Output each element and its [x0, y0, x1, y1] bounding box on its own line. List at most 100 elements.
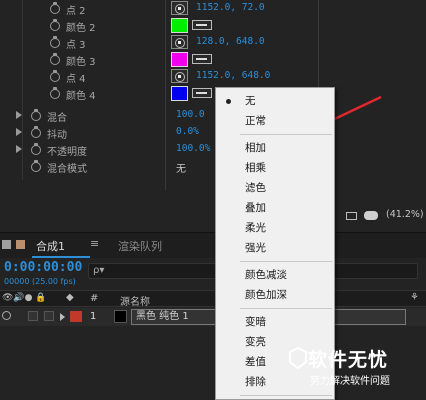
- stopwatch-ring: [31, 162, 41, 172]
- color-swatch[interactable]: [171, 52, 188, 67]
- menu-item-label: 相加: [245, 142, 266, 154]
- property-row: 点 2 1152.0, 72.0: [0, 0, 426, 17]
- stopwatch-ring: [50, 55, 60, 65]
- eyedropper-icon[interactable]: [192, 88, 212, 98]
- menu-item-label: 正常: [245, 115, 266, 127]
- property-value[interactable]: 128.0, 648.0: [196, 36, 265, 47]
- expand-twirl-icon[interactable]: [16, 111, 22, 119]
- property-row: 混合模式 无: [0, 158, 426, 175]
- color-swatch[interactable]: [171, 86, 188, 101]
- menu-item-label: 叠加: [245, 202, 266, 214]
- stopwatch-icon[interactable]: [50, 36, 61, 48]
- close-icon[interactable]: [2, 240, 11, 249]
- stopwatch-ring: [50, 72, 60, 82]
- stopwatch-icon[interactable]: [50, 70, 61, 82]
- stopwatch-icon[interactable]: [31, 160, 42, 172]
- expand-twirl-icon[interactable]: [16, 145, 22, 153]
- layer-label-color[interactable]: [70, 311, 82, 322]
- mask-view-icon[interactable]: [364, 211, 378, 220]
- property-value[interactable]: 100.0: [176, 109, 205, 120]
- fps-readout: 00000 (25.00 fps): [4, 277, 76, 286]
- menu-item[interactable]: 颜色加深: [216, 285, 334, 305]
- point-target-icon[interactable]: [171, 1, 188, 15]
- eyedropper-icon[interactable]: [192, 20, 212, 30]
- color-swatch[interactable]: [171, 18, 188, 33]
- menu-item[interactable]: 颜色减淡: [216, 265, 334, 285]
- stopwatch-icon[interactable]: [50, 87, 61, 99]
- point-target-icon[interactable]: [171, 69, 188, 83]
- property-label: 颜色 2: [66, 23, 96, 34]
- stopwatch-knob: [53, 2, 57, 5]
- stopwatch-icon[interactable]: [50, 19, 61, 31]
- property-label: 混合模式: [47, 164, 87, 175]
- stopwatch-knob: [53, 19, 57, 22]
- menu-item-label: 排除: [245, 376, 266, 388]
- stopwatch-knob: [53, 36, 57, 39]
- blend-mode-select[interactable]: 无: [176, 160, 186, 175]
- stopwatch-icon[interactable]: [50, 2, 61, 14]
- watermark-logo-icon: [289, 346, 307, 370]
- stopwatch-knob: [34, 126, 38, 129]
- eyedropper-icon[interactable]: [192, 54, 212, 64]
- menu-item[interactable]: 相乘: [216, 158, 334, 178]
- active-tab-indicator: [32, 256, 90, 258]
- menu-item-label: 颜色加深: [245, 289, 287, 301]
- property-row: 颜色 3: [0, 51, 426, 68]
- label-column-icon: ◆: [66, 292, 74, 303]
- property-row: 颜色 2: [0, 17, 426, 34]
- stopwatch-ring: [31, 128, 41, 138]
- timecode-display[interactable]: 0:00:00:00: [4, 260, 82, 275]
- property-label: 点 2: [66, 6, 86, 17]
- zoom-level[interactable]: (41.2%): [386, 209, 424, 220]
- column-source-name[interactable]: 源名称: [120, 293, 150, 308]
- layer-index: 1: [90, 311, 97, 322]
- stopwatch-icon[interactable]: [31, 109, 42, 121]
- menu-item-label: 差值: [245, 356, 266, 368]
- menu-item[interactable]: 强光: [216, 238, 334, 258]
- property-value[interactable]: 100.0%: [176, 143, 210, 154]
- layer-thumbnail: [114, 310, 127, 323]
- stopwatch-ring: [50, 4, 60, 14]
- monitor-icon[interactable]: [346, 212, 357, 220]
- property-value[interactable]: 1152.0, 72.0: [196, 2, 265, 13]
- stopwatch-icon[interactable]: [31, 126, 42, 138]
- menu-item[interactable]: 相加: [216, 138, 334, 158]
- stopwatch-icon[interactable]: [50, 53, 61, 65]
- av-switch-icons: 👁🔊● 🔒: [2, 293, 47, 303]
- stopwatch-knob: [53, 53, 57, 56]
- expand-twirl-icon[interactable]: [16, 128, 22, 136]
- watermark-title: 软件无忧: [308, 349, 389, 371]
- property-label: 点 3: [66, 40, 86, 51]
- tab-composition[interactable]: 合成1: [36, 238, 65, 254]
- selected-bullet-icon: [226, 99, 231, 104]
- stopwatch-icon[interactable]: [31, 143, 42, 155]
- column-number: #: [90, 293, 99, 304]
- expand-layer-icon[interactable]: [60, 313, 65, 321]
- point-target-icon[interactable]: [171, 35, 188, 49]
- tab-render-queue[interactable]: 渲染队列: [118, 238, 162, 254]
- watermark: 软件无忧 努力解决软件问题: [288, 342, 426, 400]
- menu-item[interactable]: 正常: [216, 111, 334, 131]
- menu-item[interactable]: 变暗: [216, 312, 334, 332]
- menu-item[interactable]: 滤色: [216, 178, 334, 198]
- menu-separator: [240, 134, 332, 135]
- lock-toggle[interactable]: [44, 311, 54, 321]
- menu-item[interactable]: 柔光: [216, 218, 334, 238]
- property-value[interactable]: 1152.0, 648.0: [196, 70, 270, 81]
- property-label: 不透明度: [47, 147, 87, 158]
- watermark-subtitle: 努力解决软件问题: [310, 376, 390, 387]
- solo-toggle[interactable]: [28, 311, 38, 321]
- menu-item-label: 滤色: [245, 182, 266, 194]
- visibility-icon[interactable]: [2, 311, 11, 320]
- menu-item-label: 变暗: [245, 316, 266, 328]
- tab-menu-icon[interactable]: ≡: [90, 237, 99, 250]
- menu-item[interactable]: 无: [216, 91, 334, 111]
- menu-item-label: 相乘: [245, 162, 266, 174]
- property-value[interactable]: 0.0%: [176, 126, 199, 137]
- stopwatch-knob: [34, 143, 38, 146]
- menu-item[interactable]: 叠加: [216, 198, 334, 218]
- table-row[interactable]: 1 黑色 纯色 1: [0, 308, 426, 326]
- layer-column-header: 👁🔊● 🔒 ◆ # 源名称 ⚘: [0, 290, 426, 308]
- stopwatch-ring: [31, 111, 41, 121]
- timeline-tab-bar: 合成1 ≡ 渲染队列: [0, 232, 426, 258]
